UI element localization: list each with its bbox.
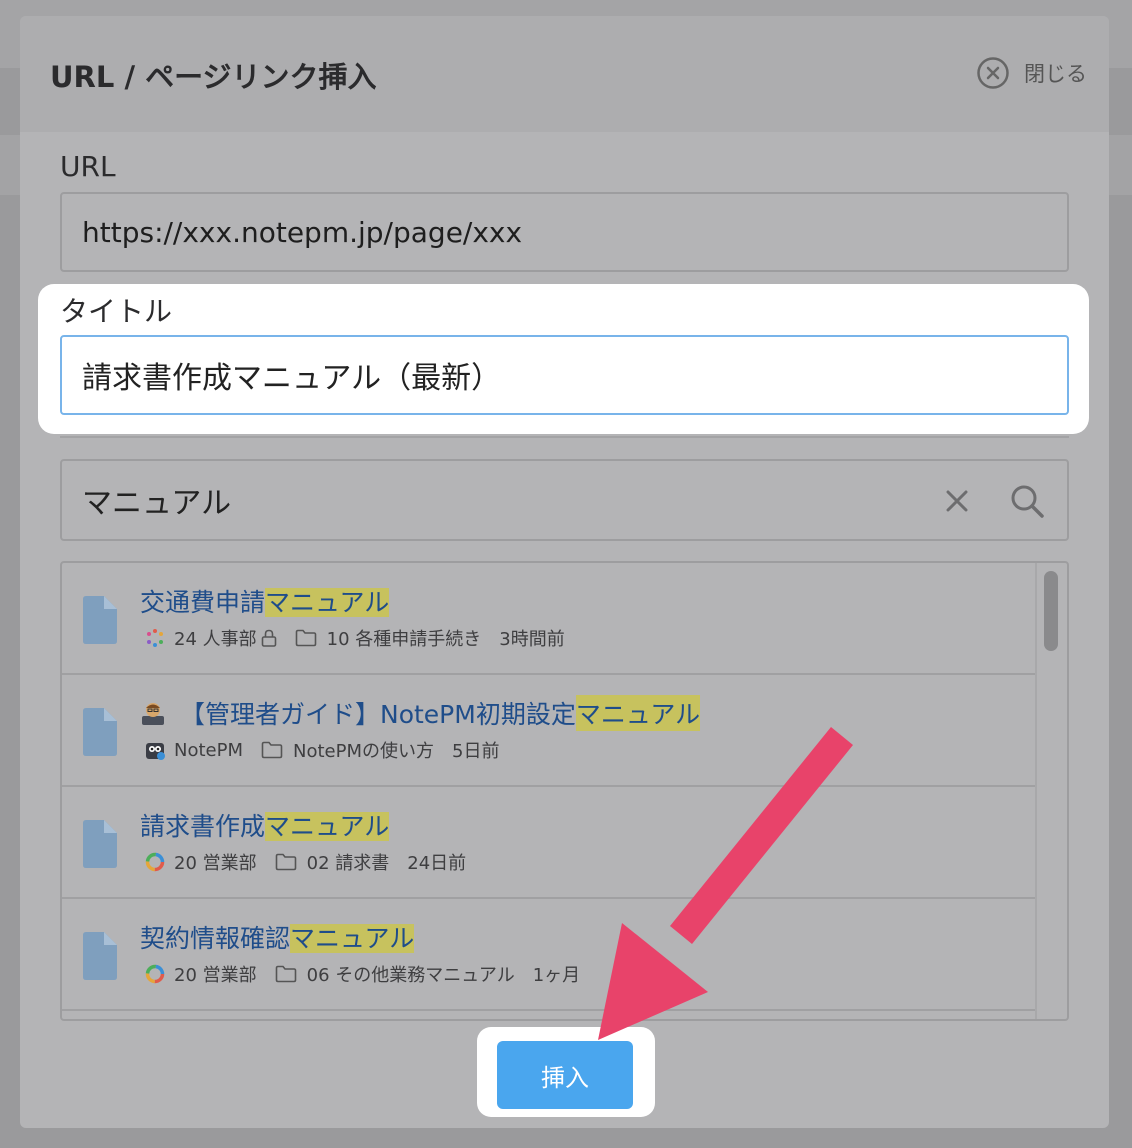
result-title-highlight: マニュアル — [265, 812, 390, 841]
ring-note-icon — [145, 852, 165, 872]
updated-time: 1ヶ月 — [532, 965, 581, 986]
ring-note-icon — [145, 964, 165, 984]
result-title[interactable]: 【管理者ガイド】NotePM初期設定 マニュアル — [140, 695, 701, 731]
result-meta: 20 営業部 02 請求書 24日前 — [144, 849, 466, 875]
search-results-list: 交通費申請マニュアル 24 人事部 10 各種申請手続き 3時間前 【管理者ガイ… — [60, 561, 1069, 1021]
scrollbar-thumb[interactable] — [1044, 571, 1058, 651]
result-item[interactable]: 【管理者ガイド】NotePM初期設定 マニュアル NotePM NotePMの使い… — [62, 675, 1037, 787]
result-meta: 24 人事部 10 各種申請手続き 3時間前 — [144, 625, 565, 651]
result-meta: 20 営業部 06 その他業務マニュアル 1ヶ月 — [144, 961, 580, 987]
updated-time: 3時間前 — [499, 629, 565, 650]
note-name: NotePM — [174, 739, 243, 761]
clear-icon[interactable] — [943, 487, 971, 515]
document-icon — [83, 708, 117, 756]
note-name: 20 営業部 — [174, 853, 257, 874]
result-title-text: 【管理者ガイド】NotePM初期設定 — [180, 700, 576, 729]
folder-icon — [295, 629, 316, 647]
insert-button[interactable]: 挿入 — [497, 1041, 633, 1109]
updated-time: 24日前 — [407, 853, 467, 874]
owl-note-icon — [146, 743, 165, 760]
result-item[interactable]: 請求書作成マニュアル 20 営業部 02 請求書 24日前 — [62, 787, 1037, 899]
dots-note-icon — [147, 629, 163, 647]
document-icon — [83, 596, 117, 644]
note-name: 20 営業部 — [174, 965, 257, 986]
result-title-highlight: マニュアル — [290, 924, 415, 953]
folder-icon — [275, 853, 296, 871]
close-button[interactable]: 閉じる — [976, 56, 1087, 90]
close-label: 閉じる — [1024, 62, 1087, 86]
lock-icon — [261, 629, 276, 647]
dialog-title: URL / ページリンク挿入 — [50, 60, 377, 94]
title-input[interactable]: 請求書作成マニュアル（最新） — [60, 335, 1069, 415]
url-label: URL — [60, 150, 116, 183]
url-input[interactable]: https://xxx.notepm.jp/page/xxx — [60, 192, 1069, 272]
result-title-highlight: マニュアル — [265, 588, 390, 617]
note-name: 24 人事部 — [174, 629, 257, 650]
page-search-input[interactable]: マニュアル — [60, 459, 1069, 541]
folder-name: 10 各種申請手続き — [326, 629, 482, 650]
result-title-text: 請求書作成 — [140, 812, 266, 841]
folder-name: 02 請求書 — [306, 853, 390, 874]
result-title-text: 契約情報確認 — [140, 924, 291, 953]
folder-icon — [275, 965, 296, 983]
result-title[interactable]: 請求書作成マニュアル — [140, 807, 390, 843]
folder-name: NotePMの使い方 — [293, 741, 434, 762]
divider — [60, 436, 1069, 438]
search-query: マニュアル — [82, 486, 232, 521]
folder-icon — [261, 741, 283, 759]
result-item[interactable]: 契約情報確認マニュアル 20 営業部 06 その他業務マニュアル 1ヶ月 — [62, 899, 1037, 1011]
close-circle-icon — [977, 57, 1009, 89]
document-icon — [83, 932, 117, 980]
result-title[interactable]: 契約情報確認マニュアル — [140, 919, 415, 955]
result-title[interactable]: 交通費申請マニュアル — [140, 583, 390, 619]
title-label: タイトル — [60, 295, 173, 328]
result-title-highlight: マニュアル — [575, 695, 701, 731]
result-item[interactable]: 交通費申請マニュアル 24 人事部 10 各種申請手続き 3時間前 — [62, 563, 1037, 675]
teacher-emoji-icon — [142, 703, 164, 725]
result-meta: NotePM NotePMの使い方 5日前 — [144, 737, 499, 763]
search-icon[interactable] — [1009, 483, 1045, 519]
result-title-text: 交通費申請 — [140, 588, 266, 617]
dialog-header: URL / ページリンク挿入 閉じる — [20, 16, 1109, 132]
document-icon — [83, 820, 117, 868]
updated-time: 5日前 — [452, 741, 500, 762]
link-insert-dialog: URL / ページリンク挿入 閉じる URL https://xxx.notep… — [20, 16, 1109, 1128]
folder-name: 06 その他業務マニュアル — [306, 965, 515, 986]
results-scrollbar[interactable] — [1035, 563, 1067, 1019]
